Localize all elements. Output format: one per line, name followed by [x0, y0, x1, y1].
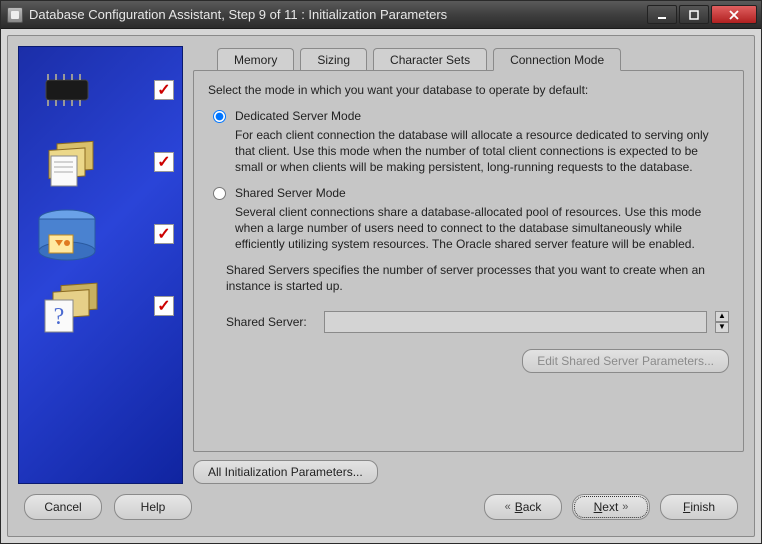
all-init-params-button[interactable]: All Initialization Parameters... [193, 460, 378, 484]
sidebar-step-3: ✓ [27, 205, 174, 263]
shared-title: Shared Server Mode [235, 186, 729, 200]
option-shared[interactable]: Shared Server Mode Several client connec… [208, 186, 729, 253]
help-button[interactable]: Help [114, 494, 192, 520]
folders-icon [27, 133, 107, 191]
app-icon [7, 7, 23, 23]
step-2-checkbox: ✓ [154, 152, 174, 172]
next-arrow-icon: » [622, 501, 628, 513]
titlebar: Database Configuration Assistant, Step 9… [1, 1, 761, 29]
tabbar: Memory Sizing Character Sets Connection … [193, 46, 744, 70]
radio-shared[interactable] [213, 187, 226, 200]
dedicated-desc: For each client connection the database … [235, 127, 729, 176]
wizard-footer: Cancel Help « Back Next » Finish [18, 484, 744, 530]
back-arrow-icon: « [505, 501, 511, 513]
sidebar-step-1: ✓ [27, 61, 174, 119]
sidebar-step-4: ? ✓ [27, 277, 174, 335]
client-area: ✓ ✓ [7, 35, 755, 537]
shared-server-input[interactable] [324, 311, 707, 333]
cancel-button[interactable]: Cancel [24, 494, 102, 520]
step-3-checkbox: ✓ [154, 224, 174, 244]
step-1-checkbox: ✓ [154, 80, 174, 100]
minimize-button[interactable] [647, 5, 677, 24]
intro-text: Select the mode in which you want your d… [208, 83, 729, 97]
db-storage-icon [27, 205, 107, 263]
back-button[interactable]: « Back [484, 494, 562, 520]
dedicated-title: Dedicated Server Mode [235, 109, 729, 123]
tab-memory[interactable]: Memory [217, 48, 294, 70]
spinner-up[interactable]: ▲ [715, 311, 729, 322]
shared-server-label: Shared Server: [226, 315, 316, 329]
shared-server-spinner: ▲ ▼ [715, 311, 729, 333]
next-button[interactable]: Next » [572, 494, 650, 520]
radio-dedicated[interactable] [213, 110, 226, 123]
help-folders-icon: ? [27, 277, 107, 335]
step-4-checkbox: ✓ [154, 296, 174, 316]
window-title: Database Configuration Assistant, Step 9… [29, 7, 447, 22]
tab-sizing[interactable]: Sizing [300, 48, 367, 70]
main-panel: Memory Sizing Character Sets Connection … [193, 46, 744, 484]
maximize-button[interactable] [679, 5, 709, 24]
chip-icon [27, 61, 107, 119]
svg-text:?: ? [54, 304, 65, 330]
shared-server-row: Shared Server: ▲ ▼ [226, 311, 729, 333]
shared-desc: Several client connections share a datab… [235, 204, 729, 253]
tab-character-sets[interactable]: Character Sets [373, 48, 487, 70]
tab-connection-mode[interactable]: Connection Mode [493, 48, 621, 71]
tab-panel-connection-mode: Select the mode in which you want your d… [193, 70, 744, 452]
option-dedicated[interactable]: Dedicated Server Mode For each client co… [208, 109, 729, 176]
wizard-sidebar: ✓ ✓ [18, 46, 183, 484]
sidebar-step-2: ✓ [27, 133, 174, 191]
app-window: Database Configuration Assistant, Step 9… [0, 0, 762, 544]
close-button[interactable] [711, 5, 757, 24]
spinner-down[interactable]: ▼ [715, 322, 729, 333]
shared-note: Shared Servers specifies the number of s… [226, 262, 729, 294]
edit-shared-params-button[interactable]: Edit Shared Server Parameters... [522, 349, 729, 373]
finish-button[interactable]: Finish [660, 494, 738, 520]
